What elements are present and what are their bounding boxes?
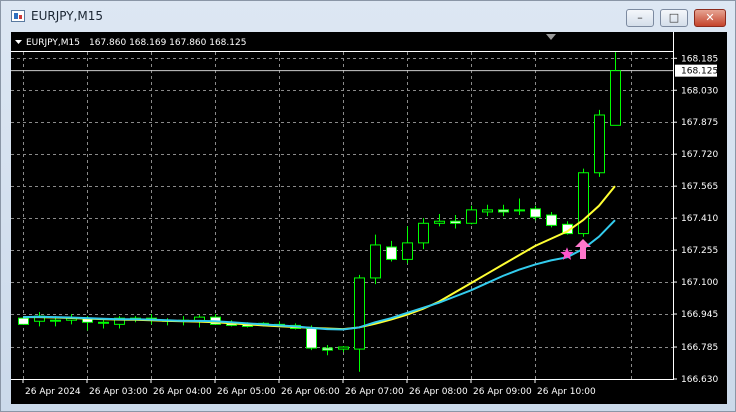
candle-body-bear: [306, 327, 317, 349]
time-tick-label: 26 Apr 07:00: [345, 387, 404, 397]
candle-body-bull: [98, 321, 109, 324]
candle: [594, 109, 605, 177]
candle-body-bull: [594, 114, 605, 174]
candle: [610, 52, 621, 126]
candle: [498, 204, 509, 217]
ohlc-values: 167.860 168.169 167.860 168.125: [89, 38, 246, 48]
candle: [66, 314, 77, 325]
candle: [482, 204, 493, 217]
candle-body-bull: [434, 220, 445, 224]
time-tick-label: 26 Apr 09:00: [473, 387, 532, 397]
candle-body-bear: [546, 214, 557, 226]
candle-body-bull: [50, 319, 61, 322]
candle-body-bull: [418, 222, 429, 244]
symbol-menu-icon[interactable]: [15, 40, 22, 44]
candle-body-bull: [338, 346, 349, 350]
candle: [578, 168, 589, 237]
time-tick-label: 26 Apr 06:00: [281, 387, 340, 397]
window-titlebar[interactable]: EURJPY,M15 – □ ✕: [1, 1, 735, 31]
price-tick-label: 166.785: [681, 343, 718, 353]
signal-markers: [560, 239, 591, 260]
current-price-label: 168.125: [681, 67, 718, 77]
current-price-label-box: 168.125: [675, 64, 718, 77]
candle: [514, 198, 525, 216]
price-tick-label: 167.100: [681, 278, 718, 288]
close-button[interactable]: ✕: [694, 9, 726, 27]
price-tick-label: 166.630: [681, 375, 718, 385]
candle: [370, 234, 381, 285]
candle-body-bull: [370, 244, 381, 279]
close-icon: ✕: [705, 11, 715, 24]
candle: [418, 218, 429, 250]
time-tick-label: 26 Apr 08:00: [409, 387, 468, 397]
price-tick-label: 168.185: [681, 54, 718, 64]
price-tick-label: 167.410: [681, 214, 718, 224]
symbol-label: EURJPY,M15: [26, 38, 80, 48]
price-tick-label: 166.945: [681, 310, 718, 320]
candle: [322, 344, 333, 356]
candle: [402, 226, 413, 264]
candle-body-bear: [18, 317, 29, 325]
candle-body-bull: [354, 277, 365, 350]
candle: [546, 211, 557, 228]
candle-body-bull: [482, 209, 493, 213]
price-tick-label: 167.565: [681, 182, 718, 192]
time-axis: 26 Apr 2024 26 Apr 03:00 26 Apr 04:00 26 Ap…: [22, 379, 596, 397]
candle-body-bull: [402, 242, 413, 260]
price-chart[interactable]: EURJPY,M15 167.860 168.169 167.860 168.1…: [11, 32, 727, 404]
ma-fast-line: [22, 219, 616, 331]
candles-layer: [18, 52, 621, 372]
candle-body-bull: [610, 70, 621, 126]
time-tick-label: 26 Apr 10:00: [537, 387, 596, 397]
terminal-window: EURJPY,M15 – □ ✕ EURJPY,M15 167.860 168.…: [0, 0, 736, 412]
candle: [354, 274, 365, 372]
candle-body-bull: [578, 172, 589, 235]
time-tick-label: 26 Apr 2024: [25, 387, 81, 397]
candle-body-bear: [498, 209, 509, 213]
price-tick-label: 168.030: [681, 86, 718, 96]
candle-body-bear: [450, 220, 461, 224]
candle: [114, 316, 125, 329]
candle-body-bear: [530, 208, 541, 218]
maximize-icon: □: [668, 11, 680, 24]
price-tick-label: 167.875: [681, 118, 718, 128]
arrow-up-marker-icon: [575, 239, 591, 259]
candle-body-bull: [466, 209, 477, 224]
minimize-icon: –: [637, 11, 643, 24]
candle: [386, 240, 397, 262]
time-tick-label: 26 Apr 03:00: [89, 387, 148, 397]
price-tick-label: 167.720: [681, 150, 718, 160]
candle: [466, 205, 477, 225]
chart-shift-marker-icon[interactable]: [546, 34, 556, 40]
chart-window-icon: [11, 10, 25, 22]
candle: [338, 346, 349, 353]
candle: [434, 214, 445, 227]
price-tick-label: 167.255: [681, 246, 718, 256]
candle: [450, 215, 461, 229]
candle-body-bear: [322, 347, 333, 351]
chart-header: EURJPY,M15 167.860 168.169 167.860 168.1…: [15, 38, 246, 48]
chart-area[interactable]: EURJPY,M15 167.860 168.169 167.860 168.1…: [11, 32, 727, 404]
price-axis: 168.185 168.030 167.875 167.720 167.565 167.4…: [673, 54, 718, 385]
window-title: EURJPY,M15: [31, 9, 103, 23]
candle-body-bull: [514, 209, 525, 212]
time-tick-label: 26 Apr 04:00: [153, 387, 212, 397]
candle-body-bear: [386, 246, 397, 260]
minimize-button[interactable]: –: [626, 9, 654, 27]
ma-slow-line: [23, 185, 616, 331]
time-tick-label: 26 Apr 05:00: [217, 387, 276, 397]
maximize-button[interactable]: □: [660, 9, 688, 27]
